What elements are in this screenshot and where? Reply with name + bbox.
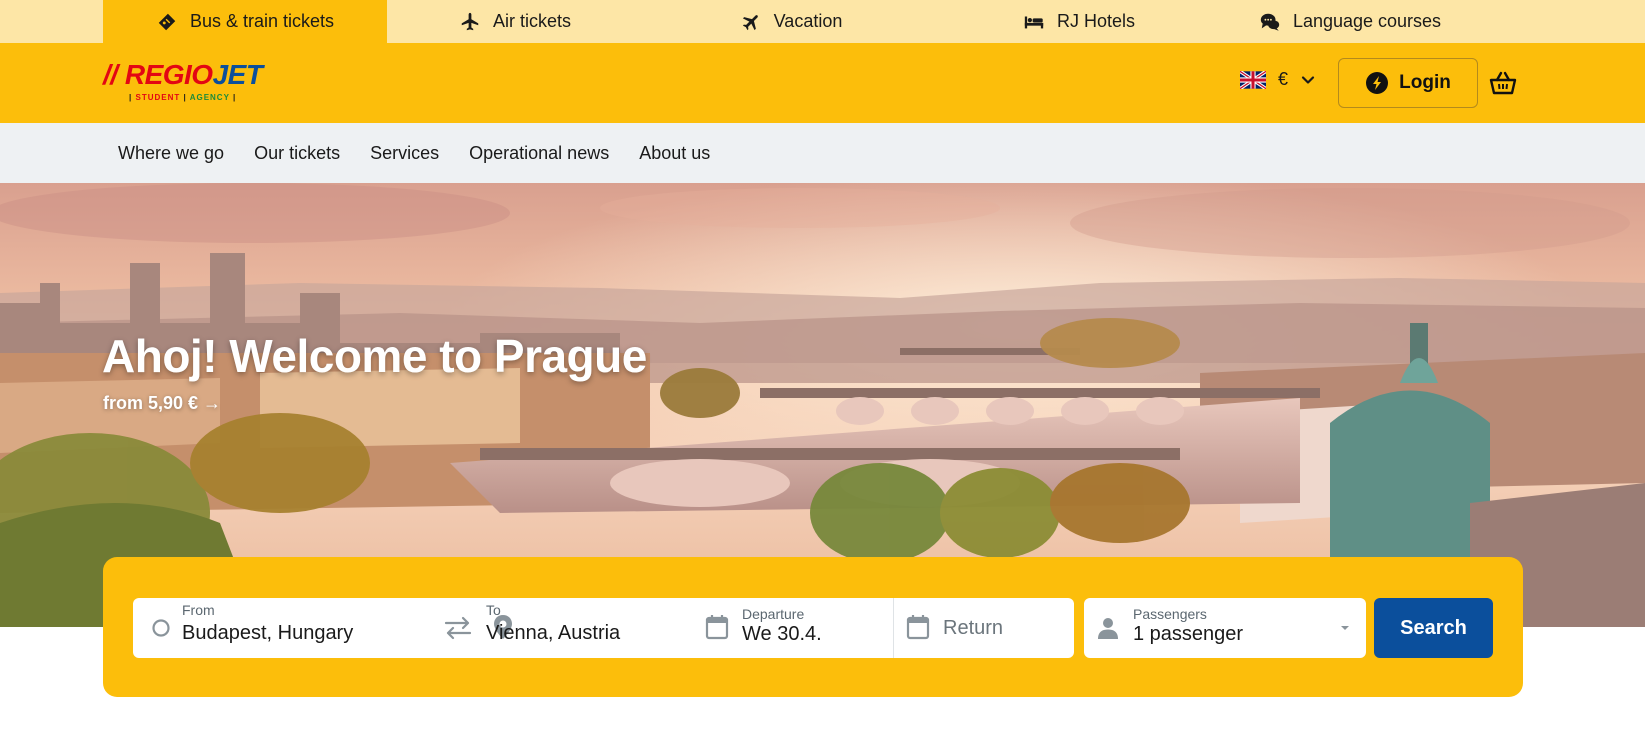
- passengers-label: Passengers: [1133, 606, 1207, 622]
- logo-jet: JET: [212, 59, 263, 90]
- passengers-value: 1 passenger: [1133, 623, 1244, 645]
- main-header: // REGIOJET | STUDENT | AGENCY | € Login: [0, 43, 1645, 123]
- passengers-field[interactable]: Passengers 1 passenger: [1084, 598, 1366, 658]
- tab-language-courses[interactable]: Language courses: [1219, 0, 1481, 43]
- swap-arrows-icon: [444, 616, 472, 640]
- ticket-icon: [158, 13, 176, 30]
- main-nav-items: Where we go Our tickets Services Operati…: [118, 123, 710, 183]
- plane-icon: [461, 12, 479, 30]
- nav-operational-news[interactable]: Operational news: [469, 143, 609, 164]
- tab-label: Bus & train tickets: [189, 11, 335, 31]
- tab-air-tickets[interactable]: Air tickets: [387, 0, 643, 43]
- calendar-icon: [705, 615, 729, 640]
- logo-bars: //: [103, 59, 118, 90]
- calendar-icon: [906, 615, 930, 640]
- chat-bubbles-icon: [1260, 13, 1280, 31]
- logo-wordmark: // REGIOJET: [103, 59, 263, 91]
- person-icon: [1098, 618, 1118, 639]
- from-value: Budapest, Hungary: [182, 622, 354, 644]
- from-label: From: [182, 602, 215, 618]
- search-panel: From Budapest, Hungary To Vienna, Austri…: [103, 557, 1523, 697]
- to-label: To: [486, 602, 501, 618]
- product-strip: Bus & train tickets Air tickets Vacation…: [0, 0, 1645, 43]
- basket-icon[interactable]: [1489, 69, 1517, 97]
- hero-price-link[interactable]: from 5,90 € →: [103, 393, 221, 414]
- bed-icon: [1024, 16, 1044, 28]
- hero-title: Ahoj! Welcome to Prague: [102, 330, 647, 382]
- nav-where-we-go[interactable]: Where we go: [118, 143, 224, 164]
- nav-about-us[interactable]: About us: [639, 143, 710, 164]
- to-value: Vienna, Austria: [486, 622, 621, 644]
- logo-subtitle: | STUDENT | AGENCY |: [129, 93, 237, 102]
- departure-value: We 30.4.: [742, 623, 822, 645]
- departure-label: Departure: [742, 606, 805, 622]
- main-nav: Where we go Our tickets Services Operati…: [0, 123, 1645, 183]
- tab-bus-train-tickets[interactable]: Bus & train tickets: [103, 0, 387, 43]
- caret-down-icon: [1341, 626, 1349, 630]
- origin-circle-icon: [152, 619, 170, 637]
- vacation-plane-icon: [742, 14, 758, 30]
- tab-label: Language courses: [1292, 11, 1442, 31]
- tab-vacation[interactable]: Vacation: [643, 0, 939, 43]
- chevron-down-icon: [1301, 75, 1315, 84]
- search-button[interactable]: Search: [1374, 598, 1493, 658]
- regiojet-logo[interactable]: // REGIOJET | STUDENT | AGENCY |: [103, 59, 263, 107]
- login-button[interactable]: Login: [1338, 58, 1478, 108]
- logo-agency: AGENCY: [189, 93, 230, 102]
- uk-flag-icon: [1240, 70, 1266, 89]
- login-bolt-icon: [1366, 72, 1389, 94]
- tab-label: Vacation: [773, 11, 843, 31]
- currency-label: €: [1278, 69, 1289, 89]
- nav-our-tickets[interactable]: Our tickets: [254, 143, 340, 164]
- swap-direction-button[interactable]: [434, 598, 484, 658]
- logo-student: STUDENT: [135, 93, 181, 102]
- language-currency-selector[interactable]: €: [1240, 69, 1316, 90]
- login-label: Login: [1399, 72, 1451, 93]
- logo-regio: REGIO: [124, 59, 213, 90]
- tab-rj-hotels[interactable]: RJ Hotels: [939, 0, 1219, 43]
- product-tabs: Bus & train tickets Air tickets Vacation…: [103, 0, 1481, 43]
- return-date-field[interactable]: Return: [894, 598, 1074, 658]
- nav-services[interactable]: Services: [370, 143, 439, 164]
- from-field[interactable]: From Budapest, Hungary: [133, 598, 434, 658]
- return-placeholder: Return: [943, 617, 1004, 639]
- departure-date-field[interactable]: Departure We 30.4.: [693, 598, 893, 658]
- tab-label: Air tickets: [492, 11, 571, 31]
- tab-label: RJ Hotels: [1056, 11, 1136, 31]
